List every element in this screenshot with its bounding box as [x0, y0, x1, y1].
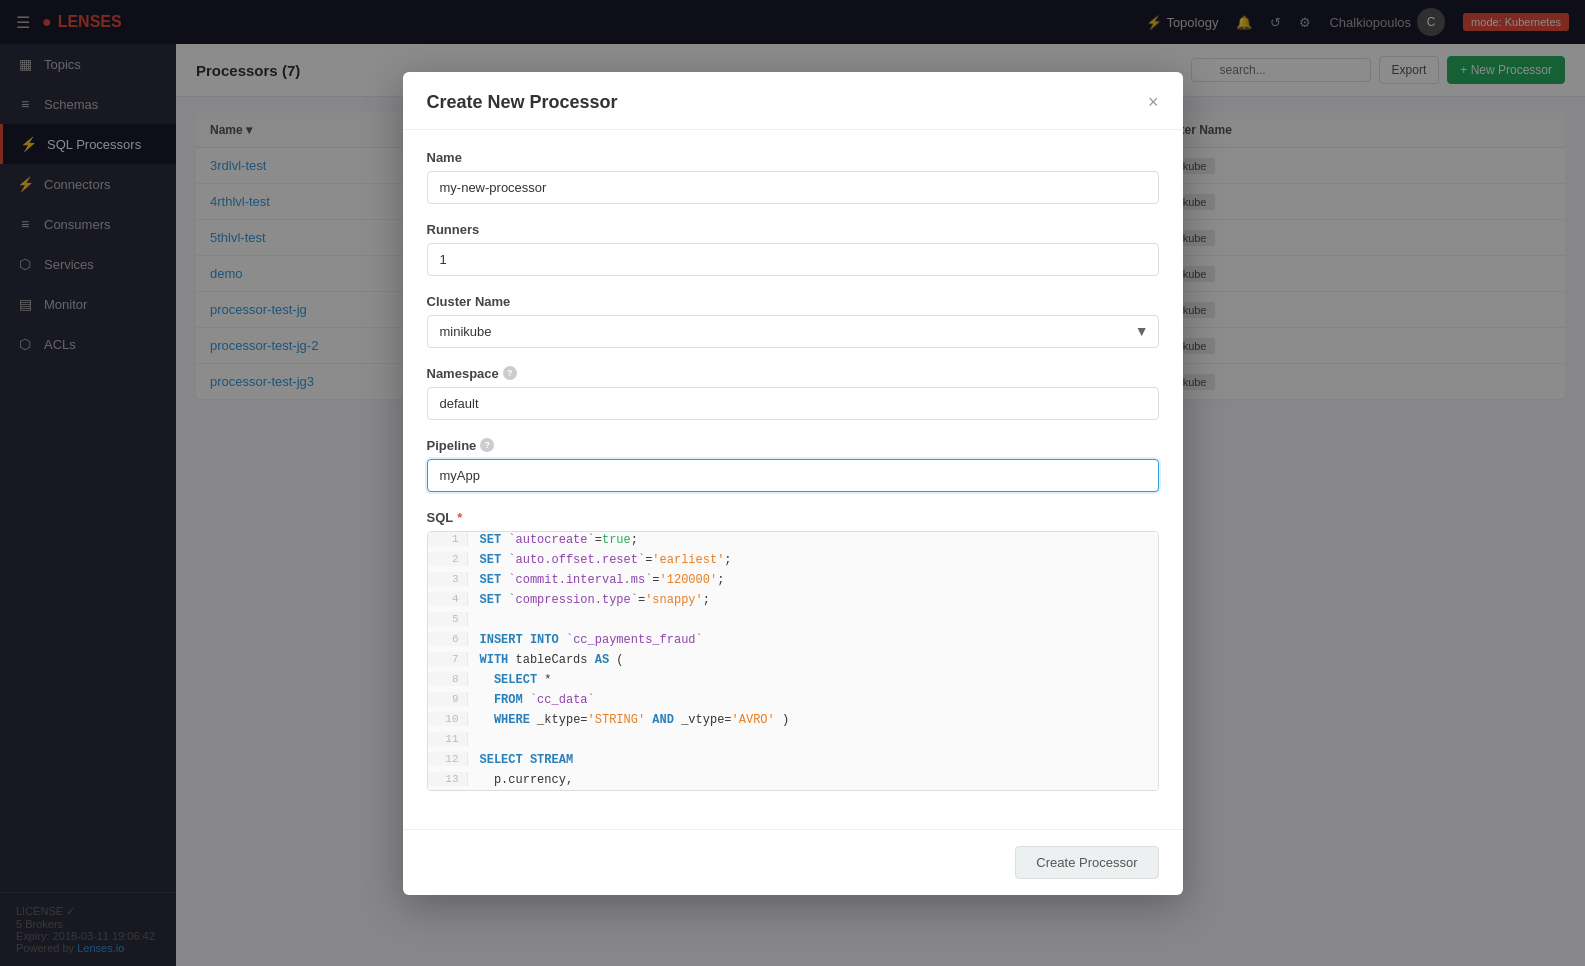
- line-number: 13: [428, 772, 468, 786]
- sql-line: 11: [428, 732, 1158, 752]
- line-code: SET `auto.offset.reset`='earliest';: [468, 552, 744, 568]
- sql-label: SQL *: [427, 510, 1159, 525]
- sql-line: 12SELECT STREAM: [428, 752, 1158, 772]
- sql-required-marker: *: [457, 510, 462, 525]
- line-code: SELECT STREAM: [468, 752, 586, 768]
- name-form-group: Name: [427, 150, 1159, 204]
- name-label: Name: [427, 150, 1159, 165]
- sql-editor[interactable]: 1SET `autocreate`=true;2SET `auto.offset…: [427, 531, 1159, 791]
- pipeline-input[interactable]: [427, 459, 1159, 492]
- sql-line: 2SET `auto.offset.reset`='earliest';: [428, 552, 1158, 572]
- line-code: WITH tableCards AS (: [468, 652, 636, 668]
- pipeline-form-group: Pipeline ?: [427, 438, 1159, 492]
- modal-title: Create New Processor: [427, 92, 618, 113]
- line-code: SET `autocreate`=true;: [468, 532, 650, 548]
- line-code: INSERT INTO `cc_payments_fraud`: [468, 632, 715, 648]
- sql-form-group: SQL * 1SET `autocreate`=true;2SET `auto.…: [427, 510, 1159, 791]
- sql-line: 10 WHERE _ktype='STRING' AND _vtype='AVR…: [428, 712, 1158, 732]
- line-number: 4: [428, 592, 468, 606]
- line-number: 9: [428, 692, 468, 706]
- sql-line: 1SET `autocreate`=true;: [428, 532, 1158, 552]
- line-number: 5: [428, 612, 468, 626]
- sql-line: 4SET `compression.type`='snappy';: [428, 592, 1158, 612]
- line-number: 10: [428, 712, 468, 726]
- line-number: 7: [428, 652, 468, 666]
- namespace-help-icon[interactable]: ?: [503, 366, 517, 380]
- line-number: 1: [428, 532, 468, 546]
- modal-footer: Create Processor: [403, 829, 1183, 895]
- sql-line: 7WITH tableCards AS (: [428, 652, 1158, 672]
- sql-line: 3SET `commit.interval.ms`='120000';: [428, 572, 1158, 592]
- runners-label: Runners: [427, 222, 1159, 237]
- line-code: SET `compression.type`='snappy';: [468, 592, 722, 608]
- line-code: SELECT *: [468, 672, 564, 688]
- create-processor-button[interactable]: Create Processor: [1015, 846, 1158, 879]
- cluster-name-form-group: Cluster Name minikube ▼: [427, 294, 1159, 348]
- line-code: [468, 612, 499, 628]
- runners-form-group: Runners: [427, 222, 1159, 276]
- cluster-name-label: Cluster Name: [427, 294, 1159, 309]
- line-code: WHERE _ktype='STRING' AND _vtype='AVRO' …: [468, 712, 802, 728]
- modal-overlay: Create New Processor × Name Runners: [0, 0, 1585, 966]
- pipeline-label: Pipeline ?: [427, 438, 1159, 453]
- line-number: 8: [428, 672, 468, 686]
- line-code: p.currency,: [468, 772, 586, 788]
- sql-line: 8 SELECT *: [428, 672, 1158, 692]
- namespace-label: Namespace ?: [427, 366, 1159, 381]
- line-code: FROM `cc_data`: [468, 692, 607, 708]
- name-input[interactable]: [427, 171, 1159, 204]
- pipeline-help-icon[interactable]: ?: [480, 438, 494, 452]
- line-number: 6: [428, 632, 468, 646]
- cluster-name-select[interactable]: minikube: [427, 315, 1159, 348]
- namespace-form-group: Namespace ?: [427, 366, 1159, 420]
- line-number: 12: [428, 752, 468, 766]
- sql-line: 9 FROM `cc_data`: [428, 692, 1158, 712]
- sql-line: 6INSERT INTO `cc_payments_fraud`: [428, 632, 1158, 652]
- modal-body: Name Runners Cluster Name minikube: [403, 130, 1183, 829]
- line-number: 2: [428, 552, 468, 566]
- sql-line: 5: [428, 612, 1158, 632]
- namespace-input[interactable]: [427, 387, 1159, 420]
- line-number: 11: [428, 732, 468, 746]
- create-processor-modal: Create New Processor × Name Runners: [403, 72, 1183, 895]
- line-code: [468, 732, 499, 748]
- sql-line: 13 p.currency,: [428, 772, 1158, 791]
- runners-input[interactable]: [427, 243, 1159, 276]
- modal-header: Create New Processor ×: [403, 72, 1183, 130]
- line-number: 3: [428, 572, 468, 586]
- line-code: SET `commit.interval.ms`='120000';: [468, 572, 737, 588]
- modal-close-button[interactable]: ×: [1148, 92, 1159, 113]
- cluster-select-wrapper: minikube ▼: [427, 315, 1159, 348]
